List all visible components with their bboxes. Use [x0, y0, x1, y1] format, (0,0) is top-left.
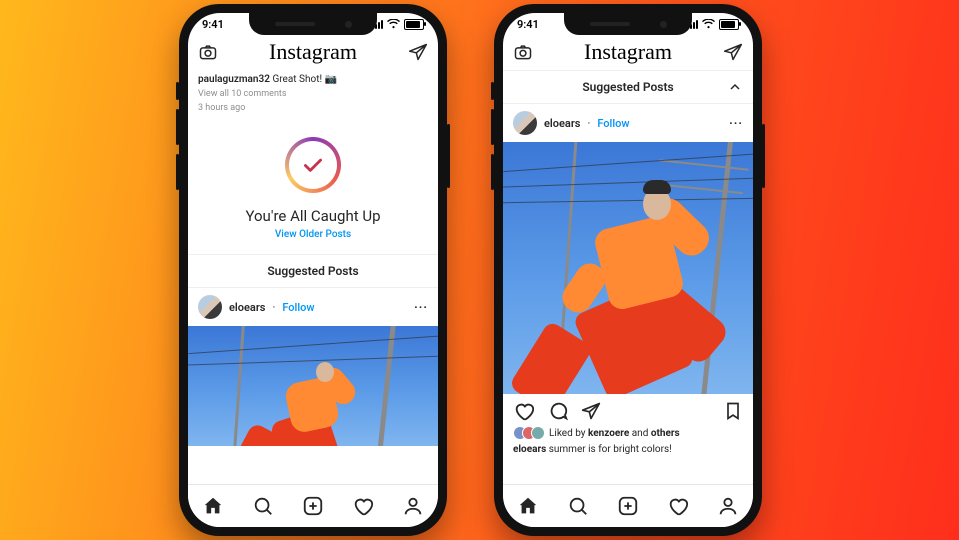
suggested-title: Suggested Posts: [582, 80, 673, 94]
avatar[interactable]: [198, 295, 222, 319]
power-button: [762, 124, 765, 188]
share-icon[interactable]: [581, 401, 601, 421]
new-post-icon[interactable]: [302, 495, 324, 517]
post-header: eloears · Follow ···: [503, 104, 753, 142]
status-time: 9:41: [202, 18, 224, 31]
caught-up-block: You're All Caught Up View Older Posts: [188, 115, 438, 254]
new-post-icon[interactable]: [617, 495, 639, 517]
follow-link[interactable]: Follow: [597, 117, 629, 130]
timestamp: 3 hours ago: [188, 101, 438, 115]
post-photo[interactable]: [503, 142, 753, 394]
app-logo[interactable]: Instagram: [584, 39, 672, 65]
suggested-title: Suggested Posts: [267, 264, 358, 278]
caught-up-title: You're All Caught Up: [198, 207, 428, 225]
comment-icon[interactable]: [547, 400, 569, 422]
volume-down-button: [491, 154, 494, 190]
home-icon[interactable]: [202, 495, 224, 517]
post-photo[interactable]: [188, 326, 438, 446]
wifi-icon: [702, 19, 715, 29]
power-button: [447, 124, 450, 188]
dot: ·: [587, 117, 590, 130]
tab-bar: [503, 484, 753, 527]
like-avatars: [513, 426, 545, 440]
volume-up-button: [491, 109, 494, 145]
avatar[interactable]: [513, 111, 537, 135]
like-icon[interactable]: [513, 400, 535, 422]
notch: [249, 13, 377, 35]
post-caption: eloears summer is for bright colors!: [503, 442, 753, 461]
profile-icon[interactable]: [717, 495, 739, 517]
camera-icon[interactable]: [198, 42, 218, 62]
screen: 9:41 Instagram Suggested Posts: [503, 13, 753, 527]
activity-icon[interactable]: [352, 495, 374, 517]
send-icon[interactable]: [723, 42, 743, 62]
wifi-icon: [387, 19, 400, 29]
status-time: 9:41: [517, 18, 539, 31]
battery-icon: [719, 19, 739, 30]
mute-switch: [176, 82, 179, 100]
app-topbar: Instagram: [188, 35, 438, 70]
likes-row[interactable]: Liked by kenzoere and others: [503, 424, 753, 442]
suggested-header: Suggested Posts: [188, 254, 438, 288]
more-icon[interactable]: ···: [729, 116, 743, 130]
promo-stage: 9:41 Instagram paulaguzman32 Great Shot!…: [0, 0, 959, 540]
search-icon[interactable]: [567, 495, 589, 517]
activity-icon[interactable]: [667, 495, 689, 517]
post-username[interactable]: eloears: [544, 117, 580, 130]
profile-icon[interactable]: [402, 495, 424, 517]
phone-mockup-right: 9:41 Instagram Suggested Posts: [494, 4, 762, 536]
comment-row: paulaguzman32 Great Shot! 📷: [188, 70, 438, 87]
mute-switch: [491, 82, 494, 100]
search-icon[interactable]: [252, 495, 274, 517]
chevron-up-icon[interactable]: [727, 79, 743, 95]
post-actions: [503, 394, 753, 424]
volume-up-button: [176, 109, 179, 145]
camera-icon[interactable]: [513, 42, 533, 62]
liked-by-text: Liked by kenzoere and others: [549, 428, 680, 439]
app-topbar: Instagram: [503, 35, 753, 70]
bookmark-icon[interactable]: [723, 401, 743, 421]
notch: [564, 13, 692, 35]
post-header: eloears · Follow ···: [188, 288, 438, 326]
view-comments-link[interactable]: View all 10 comments: [188, 87, 438, 101]
screen: 9:41 Instagram paulaguzman32 Great Shot!…: [188, 13, 438, 527]
follow-link[interactable]: Follow: [282, 301, 314, 314]
send-icon[interactable]: [408, 42, 428, 62]
volume-down-button: [176, 154, 179, 190]
battery-icon: [404, 19, 424, 30]
app-logo[interactable]: Instagram: [269, 39, 357, 65]
suggested-header[interactable]: Suggested Posts: [503, 70, 753, 104]
tab-bar: [188, 484, 438, 527]
feed-content: Instagram paulaguzman32 Great Shot! 📷 Vi…: [188, 35, 438, 485]
comment-text: Great Shot! 📷: [272, 74, 337, 85]
checkmark-ring-icon: [285, 137, 341, 193]
view-older-link[interactable]: View Older Posts: [198, 229, 428, 240]
home-icon[interactable]: [517, 495, 539, 517]
feed-content: Instagram Suggested Posts eloears · Foll…: [503, 35, 753, 485]
post-username[interactable]: eloears: [229, 301, 265, 314]
phone-mockup-left: 9:41 Instagram paulaguzman32 Great Shot!…: [179, 4, 447, 536]
comment-user[interactable]: paulaguzman32: [198, 74, 270, 85]
more-icon[interactable]: ···: [414, 300, 428, 314]
dot: ·: [272, 301, 275, 314]
